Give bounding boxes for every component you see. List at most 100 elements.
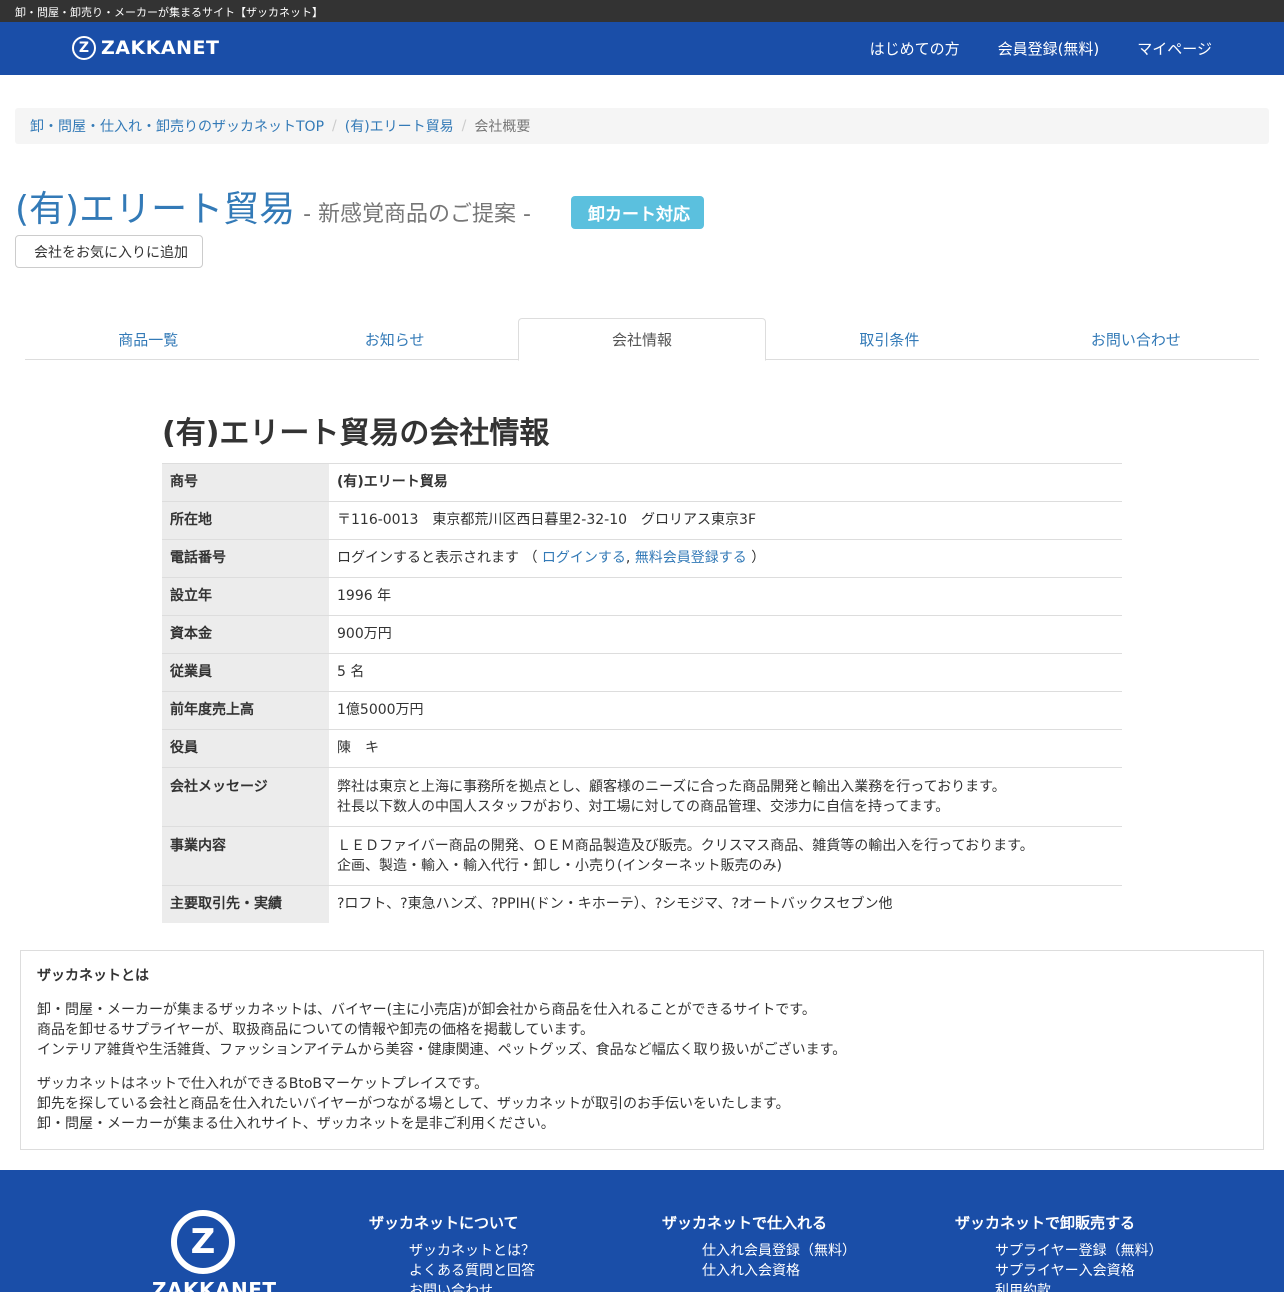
phone-hidden-text: ログインすると表示されます （ (337, 550, 538, 566)
footer-link[interactable]: サプライヤー入会資格 (995, 1263, 1135, 1279)
nav-mypage-link[interactable]: マイページ (1129, 38, 1212, 59)
site-tagline-bar: 卸・問屋・卸売り・メーカーが集まるサイト【ザッカネット】 (0, 0, 1284, 22)
message-line: 弊社は東京と上海に事務所を拠点とし、顧客様のニーズに合った商品開発と輸出入業務を… (337, 779, 1006, 795)
row-label: 資本金 (162, 615, 329, 654)
row-label: 役員 (162, 729, 329, 768)
footer-link[interactable]: 仕入れ会員登録（無料） (702, 1243, 856, 1259)
about-paragraph: 卸・問屋・メーカーが集まるザッカネットは、バイヤー(主に小売店)が卸会社から商品… (37, 1000, 1247, 1060)
phone-value: ログインすると表示されます （ ログインする, 無料会員登録する ） (329, 539, 1122, 578)
zakkanet-logo-icon: Z (72, 36, 96, 60)
footer-link[interactable]: 仕入れ入会資格 (702, 1263, 800, 1279)
footer-link[interactable]: お問い合わせ (409, 1283, 493, 1292)
officers-value: 陳 キ (329, 729, 1122, 768)
breadcrumb-top-link[interactable]: 卸・問屋・仕入れ・卸売りのザッカネットTOP (30, 116, 324, 136)
tab-company-info[interactable]: 会社情報 (517, 318, 767, 361)
breadcrumb: 卸・問屋・仕入れ・卸売りのザッカネットTOP / (有)エリート貿易 / 会社概… (15, 108, 1269, 144)
footer-link[interactable]: 利用約款 (995, 1283, 1051, 1292)
company-catchphrase: - 新感覚商品のご提案 - (303, 202, 531, 227)
employees-value: 5 名 (329, 653, 1122, 692)
footer-link[interactable]: サプライヤー登録（無料） (995, 1243, 1163, 1259)
business-line: 企画、製造・輸入・輸入代行・卸し・小売り(インターネット販売のみ) (337, 858, 782, 874)
address-value: 〒116-0013 東京都荒川区西日暮里2-32-10 グロリアス東京3F (329, 501, 1122, 540)
message-value: 弊社は東京と上海に事務所を拠点とし、顧客様のニーズに合った商品開発と輸出入業務を… (329, 767, 1122, 827)
business-line: ＬＥＤファイバー商品の開発、ＯＥＭ商品製造及び販売。クリスマス商品、雑貨等の輸出… (337, 838, 1034, 854)
header-nav: はじめての方 会員登録(無料) マイページ (832, 22, 1212, 75)
site-footer: Z ZAKKANET ザッカネットについて ザッカネットとは？ よくある質問と回… (0, 1170, 1284, 1292)
row-label: 事業内容 (162, 826, 329, 886)
footer-logo-text: ZAKKANET (152, 1278, 277, 1292)
footer-column-title: ザッカネットについて (369, 1214, 519, 1232)
breadcrumb-current: 会社概要 (474, 119, 531, 135)
company-name-value: (有)エリート貿易 (337, 474, 448, 490)
register-link[interactable]: 無料会員登録する (635, 550, 747, 566)
table-row: 設立年 1996 年 (162, 577, 1122, 616)
row-value: (有)エリート貿易 (329, 463, 1122, 502)
about-line: ザッカネットはネットで仕入れができるBtoBマーケットプレイスです。 (37, 1076, 489, 1092)
add-favorite-label: 会社をお気に入りに追加 (34, 244, 188, 261)
row-label: 所在地 (162, 501, 329, 540)
row-label: 従業員 (162, 653, 329, 692)
about-line: 卸・問屋・メーカーが集まるザッカネットは、バイヤー(主に小売店)が卸会社から商品… (37, 1002, 816, 1018)
breadcrumb-separator: / (332, 118, 337, 134)
site-logo[interactable]: Z ZAKKANET (72, 36, 219, 60)
clients-value: ?ロフト、?東急ハンズ、?PPIH(ドン・キホーテ）、?シモジマ、?オートバック… (329, 885, 1122, 923)
breadcrumb-company-link[interactable]: (有)エリート貿易 (345, 116, 454, 136)
login-link[interactable]: ログインする (542, 550, 626, 566)
header-navbar: Z ZAKKANET はじめての方 会員登録(無料) マイページ (0, 22, 1284, 75)
footer-column-title: ザッカネットで仕入れる (662, 1214, 828, 1232)
table-row: 所在地 〒116-0013 東京都荒川区西日暮里2-32-10 グロリアス東京3… (162, 501, 1122, 540)
company-header: (有)エリート貿易 - 新感覚商品のご提案 - (15, 180, 531, 232)
table-row: 従業員 5 名 (162, 653, 1122, 692)
row-label: 設立年 (162, 577, 329, 616)
table-row: 会社メッセージ 弊社は東京と上海に事務所を拠点とし、顧客様のニーズに合った商品開… (162, 767, 1122, 827)
footer-column-title: ザッカネットで卸販売する (955, 1214, 1136, 1232)
table-row: 商号 (有)エリート貿易 (162, 463, 1122, 502)
close-paren: ） (751, 550, 766, 566)
footer-link[interactable]: よくある質問と回答 (409, 1263, 535, 1279)
tab-products[interactable]: 商品一覧 (25, 318, 271, 360)
nav-register-label: 会員登録(無料) (997, 40, 1100, 58)
nav-register-link[interactable]: 会員登録(無料) (990, 38, 1100, 59)
about-paragraph: ザッカネットはネットで仕入れができるBtoBマーケットプレイスです。 卸先を探し… (37, 1074, 1247, 1134)
table-row: 役員 陳 キ (162, 729, 1122, 768)
capital-value: 900万円 (329, 615, 1122, 654)
nav-beginners-link[interactable]: はじめての方 (862, 38, 960, 59)
about-title: ザッカネットとは (37, 968, 149, 984)
company-info-table: 商号 (有)エリート貿易 所在地 〒116-0013 東京都荒川区西日暮里2-3… (162, 463, 1122, 923)
row-label: 前年度売上高 (162, 691, 329, 730)
add-favorite-button[interactable]: 会社をお気に入りに追加 (15, 235, 203, 268)
company-name: (有)エリート貿易 (15, 189, 296, 230)
nav-mypage-label: マイページ (1137, 40, 1212, 58)
tab-trade-terms[interactable]: 取引条件 (766, 318, 1012, 360)
nav-beginners-label: はじめての方 (869, 40, 960, 58)
founded-value: 1996 年 (329, 577, 1122, 616)
row-label: 会社メッセージ (162, 767, 329, 827)
sales-value: 1億5000万円 (329, 691, 1122, 730)
footer-column-about: ザッカネットについて ザッカネットとは？ よくある質問と回答 お問い合わせ (369, 1212, 535, 1292)
breadcrumb-separator: / (461, 118, 467, 134)
table-row: 主要取引先・実績 ?ロフト、?東急ハンズ、?PPIH(ドン・キホーテ）、?シモジ… (162, 885, 1122, 923)
table-row: 資本金 900万円 (162, 615, 1122, 654)
company-info-title: (有)エリート貿易の会社情報 (162, 416, 550, 451)
about-line: 商品を卸せるサプライヤーが、取扱商品についての情報や卸売の価格を掲載しています。 (37, 1022, 595, 1038)
tab-news[interactable]: お知らせ (271, 318, 517, 360)
row-label: 商号 (162, 463, 329, 502)
footer-column-buy: ザッカネットで仕入れる 仕入れ会員登録（無料） 仕入れ入会資格 (662, 1212, 856, 1281)
business-value: ＬＥＤファイバー商品の開発、ＯＥＭ商品製造及び販売。クリスマス商品、雑貨等の輸出… (329, 826, 1122, 886)
table-row: 電話番号 ログインすると表示されます （ ログインする, 無料会員登録する ） (162, 539, 1122, 578)
footer-logo[interactable]: Z ZAKKANET (152, 1210, 277, 1292)
message-line: 社長以下数人の中国人スタッフがおり、対工場に対しての商品管理、交渉力に自信を持っ… (337, 799, 950, 815)
footer-link[interactable]: ザッカネットとは？ (409, 1243, 535, 1259)
about-line: インテリア雑貨や生活雑貨、ファッションアイテムから美容・健康関連、ペットグッズ、… (37, 1042, 847, 1058)
row-label: 電話番号 (162, 539, 329, 578)
logo-text: ZAKKANET (101, 37, 220, 59)
cart-badge-label: 卸カート対応 (588, 205, 690, 225)
table-row: 前年度売上高 1億5000万円 (162, 691, 1122, 730)
table-row: 事業内容 ＬＥＤファイバー商品の開発、ＯＥＭ商品製造及び販売。クリスマス商品、雑… (162, 826, 1122, 886)
row-label: 主要取引先・実績 (162, 885, 329, 923)
company-tabs: 商品一覧 お知らせ 会社情報 取引条件 お問い合わせ (25, 318, 1259, 361)
about-line: 卸先を探している会社と商品を仕入れたいバイヤーがつながる場として、ザッカネットが… (37, 1096, 790, 1112)
zakkanet-logo-icon: Z (171, 1210, 235, 1274)
wholesale-cart-badge: 卸カート対応 (571, 196, 704, 229)
tab-contact[interactable]: お問い合わせ (1013, 318, 1259, 360)
